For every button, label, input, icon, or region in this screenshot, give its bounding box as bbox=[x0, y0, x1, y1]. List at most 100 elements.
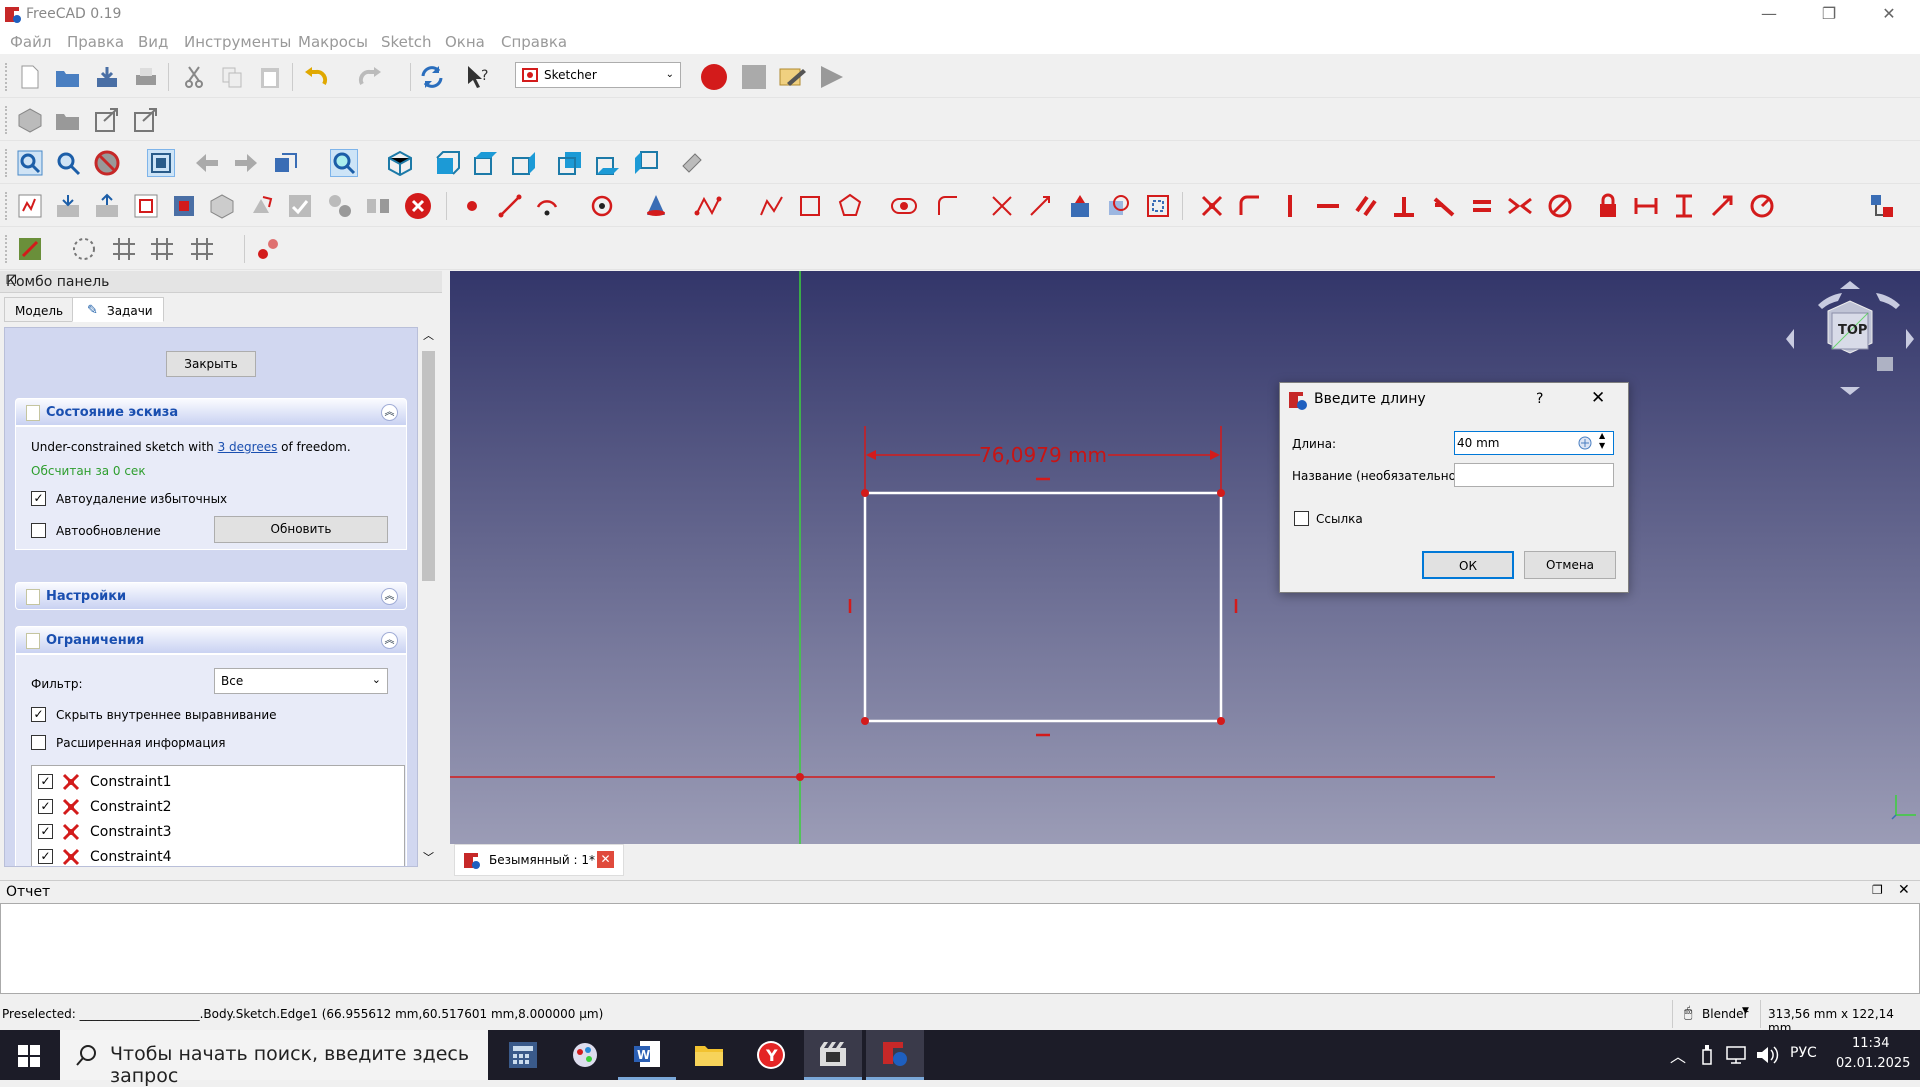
zoom-icon[interactable] bbox=[330, 149, 358, 177]
create-circle-icon[interactable] bbox=[588, 192, 616, 220]
fit-selection-icon[interactable] bbox=[54, 149, 82, 177]
create-rectangle-icon[interactable] bbox=[796, 192, 824, 220]
constrain-tangent-icon[interactable] bbox=[1430, 192, 1458, 220]
macro-edit-icon[interactable] bbox=[779, 63, 807, 91]
word-app-icon[interactable]: W bbox=[618, 1030, 676, 1080]
view-front-icon[interactable] bbox=[434, 149, 462, 177]
menu-sketch[interactable]: Sketch bbox=[381, 33, 432, 51]
toggle-driving-icon[interactable] bbox=[1868, 192, 1896, 220]
extend-icon[interactable] bbox=[1026, 192, 1054, 220]
constrain-lock-icon[interactable] bbox=[1594, 192, 1622, 220]
macro-record-icon[interactable] bbox=[700, 63, 728, 91]
menu-macro[interactable]: Макросы bbox=[298, 33, 368, 51]
list-item[interactable]: ✓ Constraint4 bbox=[38, 847, 398, 866]
toolbar-grip[interactable] bbox=[5, 63, 8, 91]
auto-update-checkbox[interactable] bbox=[31, 523, 46, 538]
float-panel-icon[interactable]: ❐ bbox=[6, 273, 434, 287]
clock-date[interactable]: 02.01.2025 bbox=[1836, 1056, 1910, 1071]
constraint-checkbox[interactable]: ✓ bbox=[38, 849, 53, 864]
view-bottom-icon[interactable] bbox=[594, 149, 622, 177]
link-actions-icon[interactable] bbox=[132, 106, 160, 134]
select-constraints-icon[interactable] bbox=[70, 235, 98, 263]
network-icon[interactable] bbox=[1725, 1045, 1749, 1065]
toggle-construction-icon[interactable] bbox=[16, 235, 44, 263]
back-arrow-icon[interactable] bbox=[193, 149, 221, 177]
extended-info-checkbox[interactable] bbox=[31, 735, 46, 750]
carbon-copy-icon[interactable] bbox=[1104, 192, 1132, 220]
constrain-perpendicular-icon[interactable] bbox=[1390, 192, 1418, 220]
cancel-button[interactable]: Отмена bbox=[1524, 551, 1616, 579]
constrain-equal-icon[interactable] bbox=[1468, 192, 1496, 220]
navcube-face-label[interactable]: TOP bbox=[1838, 323, 1867, 338]
clock-time[interactable]: 11:34 bbox=[1852, 1036, 1889, 1051]
constrain-vertical-icon[interactable] bbox=[1276, 192, 1304, 220]
reference-checkbox[interactable] bbox=[1294, 511, 1309, 526]
constrain-horizontal-distance-icon[interactable] bbox=[1632, 192, 1660, 220]
create-line-icon[interactable] bbox=[496, 192, 524, 220]
view-section-icon[interactable] bbox=[170, 192, 198, 220]
new-document-icon[interactable] bbox=[16, 63, 44, 91]
dimension-label[interactable]: 76,0979 mm bbox=[979, 443, 1107, 467]
save-icon[interactable] bbox=[93, 63, 121, 91]
constrain-block-icon[interactable] bbox=[1546, 192, 1574, 220]
length-input[interactable] bbox=[1457, 433, 1567, 453]
forward-arrow-icon[interactable] bbox=[232, 149, 260, 177]
view-top-icon[interactable] bbox=[472, 149, 500, 177]
create-arc-icon[interactable] bbox=[534, 192, 562, 220]
report-view[interactable] bbox=[0, 903, 1920, 994]
update-button[interactable]: Обновить bbox=[214, 516, 388, 543]
sync-view-icon[interactable] bbox=[271, 149, 299, 177]
close-tab-icon[interactable]: ✕ bbox=[597, 851, 614, 868]
bspline-tools-icon[interactable] bbox=[254, 235, 282, 263]
open-folder-icon[interactable] bbox=[54, 63, 82, 91]
toolbar-grip[interactable] bbox=[5, 192, 8, 220]
navigation-cube[interactable]: TOP bbox=[1780, 273, 1920, 403]
float-panel-icon[interactable]: ❐ bbox=[1872, 883, 1883, 897]
tab-model[interactable]: Модель bbox=[4, 297, 75, 322]
print-icon[interactable] bbox=[132, 63, 160, 91]
fit-all-icon[interactable] bbox=[16, 149, 44, 177]
constrain-parallel-icon[interactable] bbox=[1352, 192, 1380, 220]
constrain-horizontal-icon[interactable] bbox=[1314, 192, 1342, 220]
constrain-coincident-icon[interactable] bbox=[1198, 192, 1226, 220]
length-spinbox[interactable]: ▲▼ bbox=[1454, 431, 1614, 455]
constrain-symmetric-icon[interactable] bbox=[1506, 192, 1534, 220]
paint-app-icon[interactable] bbox=[556, 1030, 614, 1080]
macro-run-icon[interactable] bbox=[818, 63, 846, 91]
restore-button[interactable]: ❐ bbox=[1800, 0, 1858, 30]
paste-icon[interactable] bbox=[256, 63, 284, 91]
nav-style-dropdown-icon[interactable]: ▼ bbox=[1742, 1006, 1749, 1016]
view-rear-icon[interactable] bbox=[556, 149, 584, 177]
copy-icon[interactable] bbox=[218, 63, 246, 91]
taskbar-search[interactable]: Чтобы начать поиск, введите здесь запрос bbox=[60, 1030, 488, 1087]
refresh-icon[interactable] bbox=[418, 63, 446, 91]
sketch-canvas[interactable] bbox=[450, 271, 1920, 844]
validate-sketch-icon[interactable] bbox=[286, 192, 314, 220]
menu-windows[interactable]: Окна bbox=[445, 33, 485, 51]
create-slot-icon[interactable] bbox=[890, 192, 918, 220]
constrain-radius-icon[interactable] bbox=[1748, 192, 1776, 220]
freecad-app-icon[interactable] bbox=[866, 1030, 924, 1080]
document-tab[interactable]: Безымянный : 1* ✕ bbox=[454, 844, 624, 876]
collapse-icon[interactable]: ︽ bbox=[381, 632, 398, 649]
yandex-browser-icon[interactable]: Y bbox=[742, 1030, 800, 1080]
windows-start-icon[interactable] bbox=[18, 1045, 40, 1067]
chevron-up-icon[interactable]: ︿ bbox=[1670, 1043, 1686, 1067]
constrain-vertical-distance-icon[interactable] bbox=[1670, 192, 1698, 220]
3d-view[interactable]: 76,0979 mm TOP bbox=[450, 271, 1920, 844]
constraint-checkbox[interactable]: ✓ bbox=[38, 774, 53, 789]
list-item[interactable]: ✓ Constraint2 bbox=[38, 797, 398, 819]
cut-icon[interactable] bbox=[180, 63, 208, 91]
create-point-icon[interactable] bbox=[458, 192, 486, 220]
filter-select[interactable]: Все ⌄ bbox=[214, 668, 388, 694]
task-panel-scrollbar[interactable]: ︿ ﹀ bbox=[419, 327, 438, 867]
measure-icon[interactable] bbox=[678, 149, 706, 177]
list-item[interactable]: ✓ Constraint3 bbox=[38, 822, 398, 844]
video-editor-app-icon[interactable] bbox=[804, 1030, 862, 1080]
settings-header[interactable]: Настройки ︽ bbox=[15, 582, 407, 610]
constrain-distance-icon[interactable] bbox=[1708, 192, 1736, 220]
dof-link[interactable]: 3 degrees bbox=[218, 440, 278, 454]
sketch-state-header[interactable]: Состояние эскиза ︽ bbox=[15, 398, 407, 426]
close-task-button[interactable]: Закрыть bbox=[166, 351, 256, 377]
undo-icon[interactable] bbox=[302, 63, 330, 91]
